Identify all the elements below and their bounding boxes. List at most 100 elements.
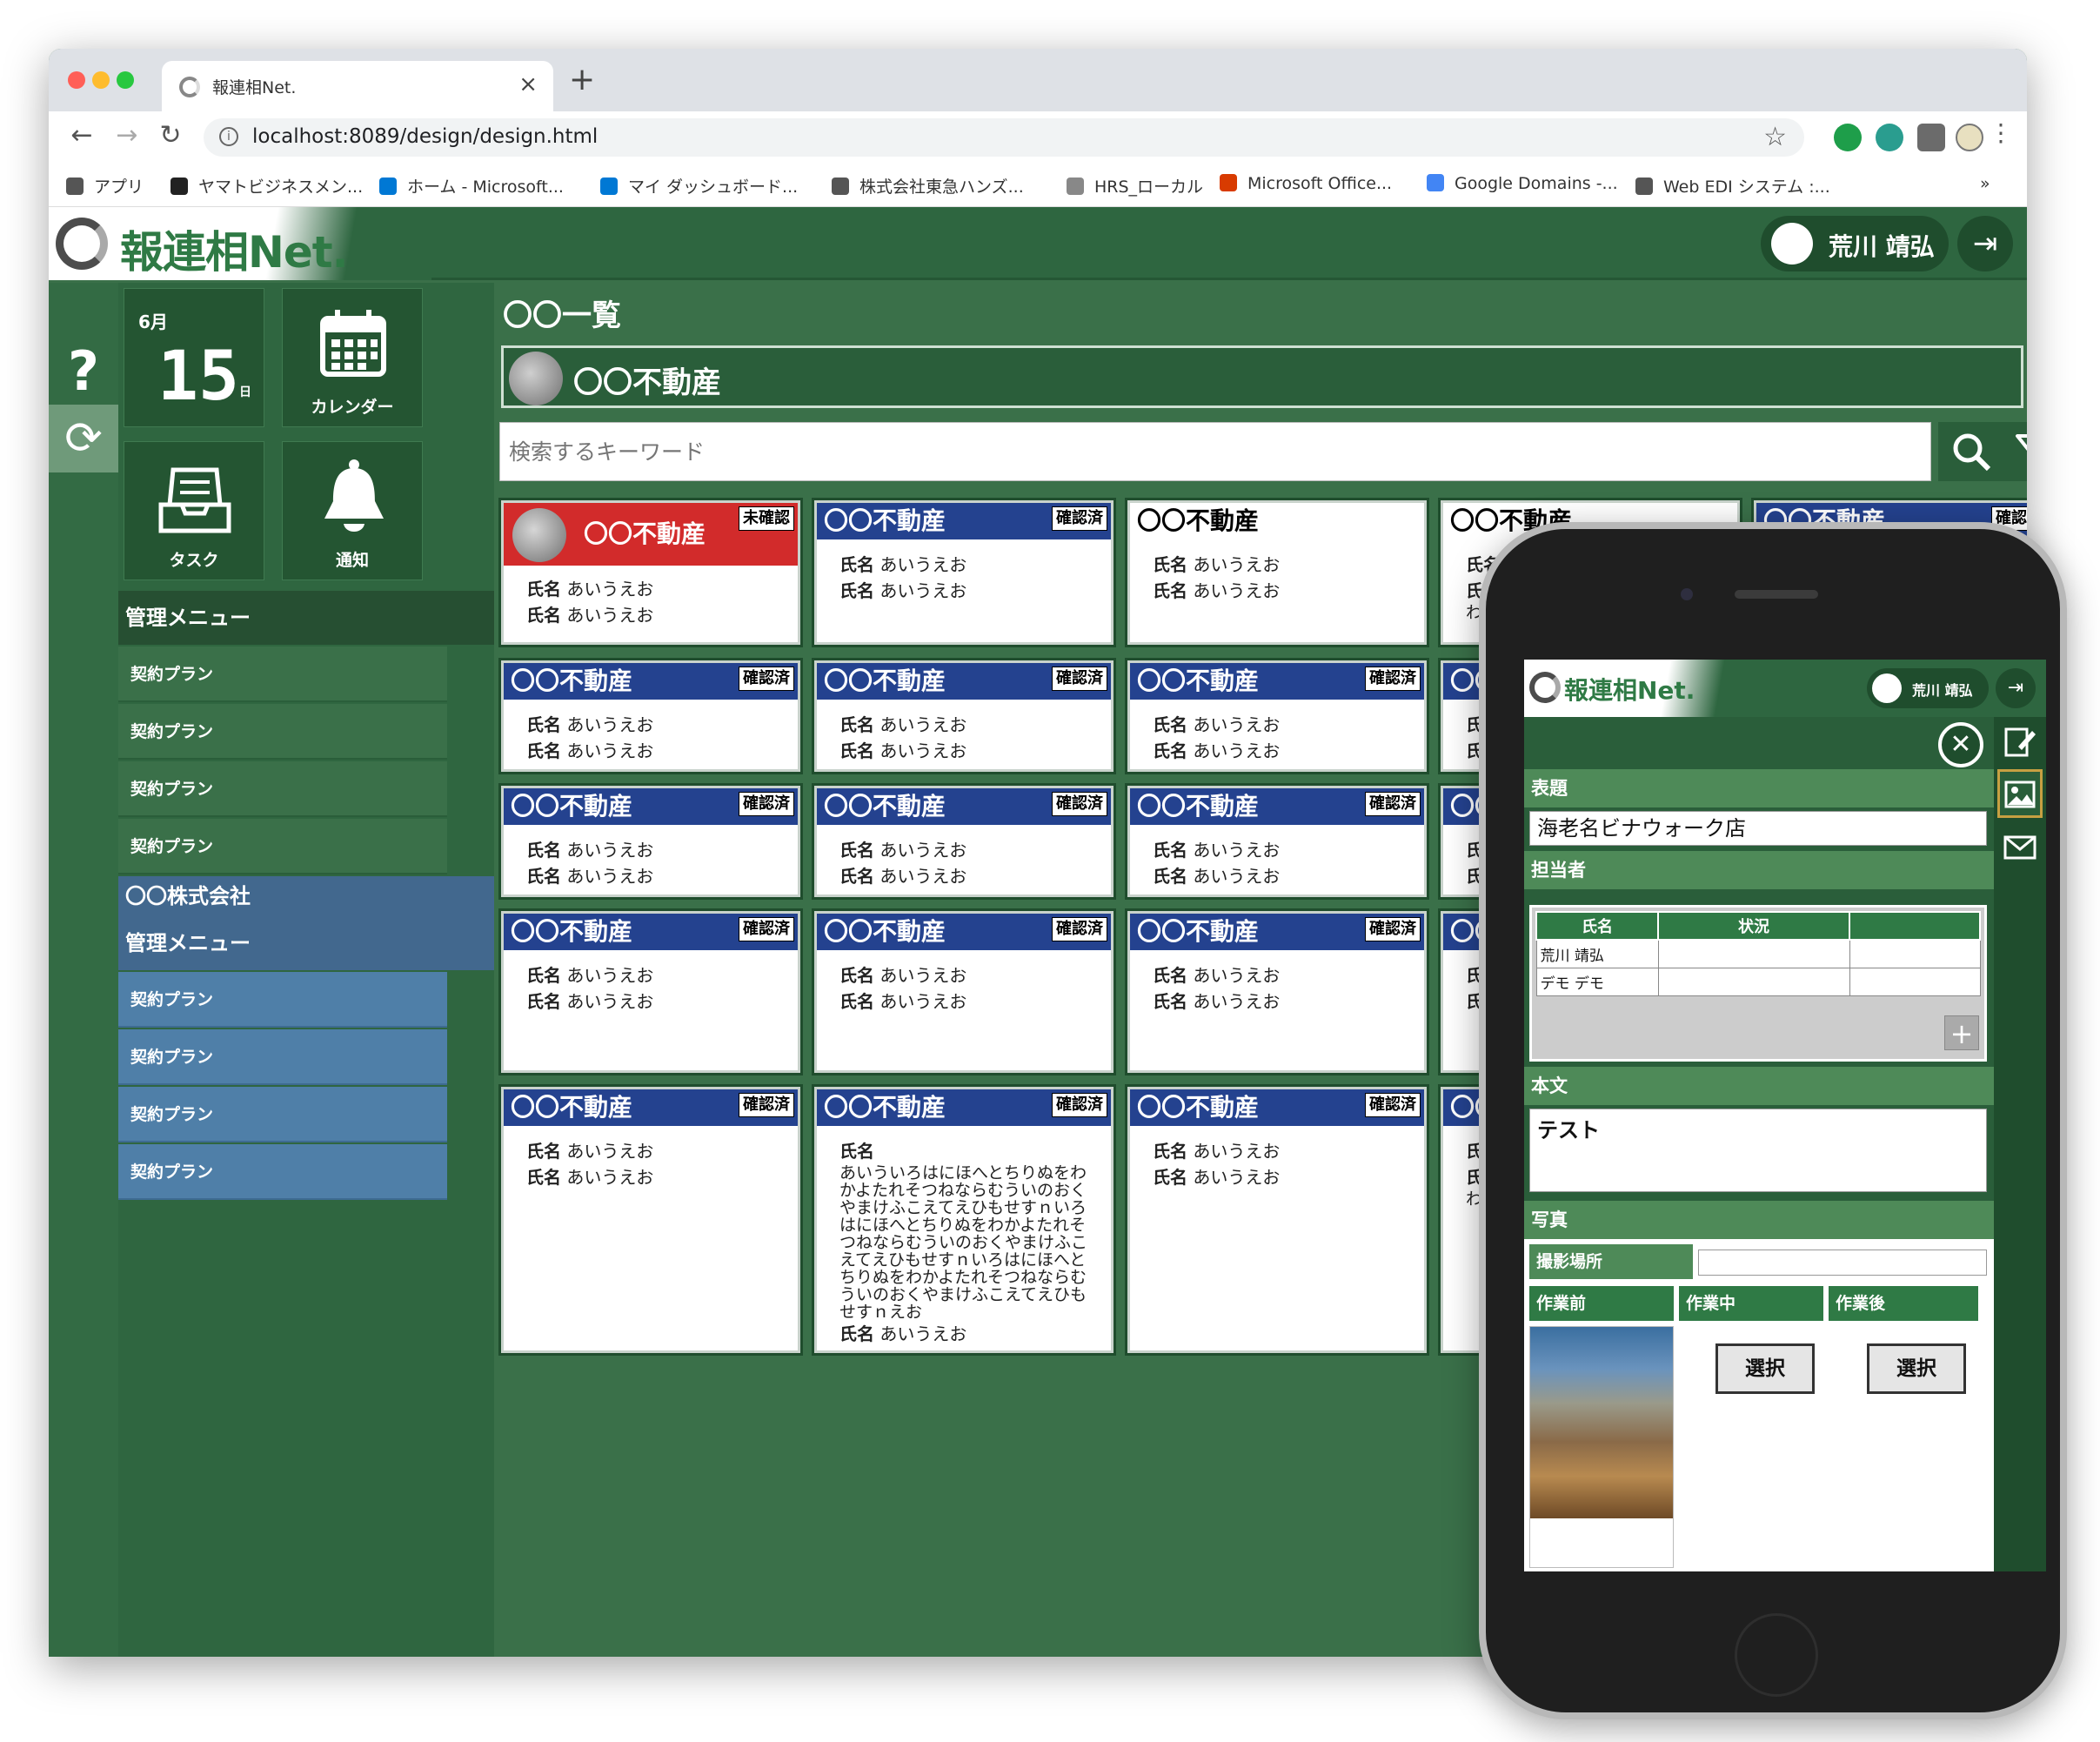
field-value: あいうえお <box>879 1323 967 1344</box>
card-field: 氏名 あいうえお <box>839 552 1093 578</box>
bookmark-label: ヤマトビジネスメン... <box>198 178 364 197</box>
card-avatar <box>512 508 566 562</box>
select-photo-during-button[interactable]: 選択 <box>1715 1343 1815 1394</box>
bookmark-item[interactable]: Google Domains -... <box>1427 174 1618 193</box>
url-text[interactable]: localhost:8089/design/design.html <box>252 125 598 148</box>
back-icon[interactable]: ← <box>64 120 99 151</box>
site-photo[interactable] <box>1530 1327 1673 1518</box>
card-field: 氏名 あいうえお <box>1153 837 1407 863</box>
home-button[interactable] <box>1735 1613 1818 1697</box>
title-field[interactable]: 海老名ビナウォーク店 <box>1529 811 1987 846</box>
menu-item-contract-plan[interactable]: 契約プラン <box>118 972 447 1028</box>
phone-user-menu[interactable]: 荒川 靖弘 <box>1867 668 1989 708</box>
menu-item-contract-plan[interactable]: 契約プラン <box>118 1029 447 1085</box>
report-card[interactable]: 〇〇不動産確認済氏名 あいうえお氏名 あいうえお <box>814 911 1114 1073</box>
info-icon[interactable]: i <box>219 127 238 146</box>
photo-slot-before[interactable] <box>1529 1326 1674 1568</box>
calendar-icon <box>320 310 386 377</box>
bookmark-item[interactable]: Web EDI システム :... <box>1635 174 1830 198</box>
menu-item-contract-plan[interactable]: 契約プラン <box>118 1087 447 1142</box>
report-card[interactable]: 〇〇不動産確認済氏名 あいうえお氏名 あいうえお <box>501 1087 800 1353</box>
report-card[interactable]: 〇〇不動産確認済氏名 あいうえお氏名 あいうえお <box>814 786 1114 897</box>
close-window-icon[interactable] <box>68 71 85 89</box>
report-card[interactable]: 〇〇不動産確認済氏名 あいうえお氏名 あいうえお <box>501 786 800 897</box>
phone-logo[interactable]: 報連相Net. <box>1524 660 1750 717</box>
extension-badge-icon[interactable] <box>1876 124 1903 151</box>
card-body: 氏名 あいうえお氏名 あいうえお <box>1153 837 1407 889</box>
bookmark-item[interactable]: アプリ <box>66 174 144 198</box>
report-card[interactable]: 〇〇不動産 確認済 氏名 あいういろはにほへとちりぬをわかよたれそつねならむういのおく… <box>814 1087 1114 1353</box>
report-card[interactable]: 〇〇不動産確認済氏名 あいうえお氏名 あいうえお <box>814 660 1114 772</box>
report-card[interactable]: 〇〇不動産確認済氏名 あいうえお氏名 あいうえお <box>1127 911 1427 1073</box>
zoom-window-icon[interactable] <box>117 71 134 89</box>
add-staff-button[interactable]: + <box>1944 1015 1979 1050</box>
menu-item-contract-plan[interactable]: 契約プラン <box>118 704 447 760</box>
body-textarea[interactable]: テスト <box>1529 1109 1987 1192</box>
report-card[interactable]: 〇〇不動産確認済氏名 あいうえお氏名 あいうえお <box>1127 1087 1427 1353</box>
report-card[interactable]: 〇〇不動産確認済氏名 あいうえお氏名 あいうえお <box>1127 660 1427 772</box>
date-tile[interactable]: 6月 15 日 <box>124 288 264 427</box>
bookmark-item[interactable]: ヤマトビジネスメン... <box>171 174 363 198</box>
select-photo-after-button[interactable]: 選択 <box>1867 1343 1966 1394</box>
edit-icon[interactable] <box>1997 717 2043 766</box>
report-card[interactable]: 〇〇不動産確認済氏名 あいうえお氏名 あいうえお <box>814 500 1114 645</box>
calendar-tile[interactable]: カレンダー <box>282 288 423 427</box>
tab-close-icon[interactable]: × <box>518 71 538 97</box>
card-field: 氏名 あいうえお <box>526 863 780 889</box>
bookmark-item[interactable]: ホーム - Microsoft... <box>379 174 564 198</box>
status-badge: 確認済 <box>739 917 794 941</box>
bookmark-item[interactable]: HRS_ローカル <box>1067 174 1203 198</box>
logout-icon[interactable]: ⇥ <box>1996 668 2036 708</box>
table-row[interactable]: デモ デモ <box>1535 967 1981 996</box>
card-body: 氏名 あいうえお氏名 あいうえお <box>1153 552 1407 604</box>
card-body: 氏名 あいうえお氏名 あいうえお <box>526 712 780 764</box>
url-field[interactable]: i localhost:8089/design/design.html ☆ <box>204 118 1804 157</box>
card-field: 氏名 あいうえお <box>526 602 780 628</box>
bookmark-star-icon[interactable]: ☆ <box>1763 122 1787 152</box>
extensions-puzzle-icon[interactable] <box>1917 124 1945 151</box>
card-field: 氏名 あいうえお <box>839 863 1093 889</box>
browser-menu-icon[interactable]: ⋮ <box>1989 118 2013 147</box>
report-card[interactable]: 〇〇不動産 氏名 あいうえお 氏名 あいうえお <box>1127 500 1427 645</box>
field-label: 氏名 <box>1153 840 1187 861</box>
report-card[interactable]: 〇〇不動産 未確認 氏名 あいうえお 氏名 あいうえお <box>501 500 800 645</box>
photo-tab-after[interactable]: 作業後 <box>1829 1286 1978 1321</box>
image-icon[interactable] <box>1997 769 2043 818</box>
table-row[interactable]: 荒川 靖弘 <box>1535 939 1981 968</box>
help-icon[interactable]: ? <box>52 340 115 403</box>
report-card[interactable]: 〇〇不動産確認済氏名 あいうえお氏名 あいうえお <box>501 911 800 1073</box>
photo-tab-before[interactable]: 作業前 <box>1529 1286 1674 1321</box>
logo[interactable]: 報連相Net. <box>49 207 431 280</box>
task-tile[interactable]: タスク <box>124 441 264 580</box>
bookmark-item[interactable]: Microsoft Office... <box>1220 174 1392 193</box>
report-card[interactable]: 〇〇不動産確認済氏名 あいうえお氏名 あいうえお <box>501 660 800 772</box>
menu-item-contract-plan[interactable]: 契約プラン <box>118 647 447 702</box>
report-card[interactable]: 〇〇不動産確認済氏名 あいうえお氏名 あいうえお <box>1127 786 1427 897</box>
extension-check-icon[interactable] <box>1834 124 1862 151</box>
notice-tile[interactable]: 通知 <box>282 441 423 580</box>
user-menu[interactable]: 荒川 靖弘 <box>1761 216 1949 271</box>
bookmark-item[interactable]: マイ ダッシュボード... <box>600 174 798 198</box>
menu-item-contract-plan[interactable]: 契約プラン <box>118 1144 447 1200</box>
reload-icon[interactable]: ↻ <box>153 120 188 151</box>
location-input[interactable] <box>1698 1250 1987 1276</box>
bookmarks-more-icon[interactable]: » <box>1980 174 1990 193</box>
close-icon[interactable]: ✕ <box>1938 722 1983 767</box>
minimize-window-icon[interactable] <box>92 71 110 89</box>
phone-form: 表題 海老名ビナウォーク店 担当者 氏名 状況 荒川 靖弘 デモ デモ + 本文… <box>1524 717 1994 1571</box>
mail-icon[interactable] <box>1997 825 2043 874</box>
bell-icon <box>324 459 384 532</box>
refresh-icon[interactable]: ⟳ <box>49 405 118 472</box>
browser-tab[interactable]: 報連相Net. × <box>162 61 553 111</box>
field-label: 氏名 <box>1153 580 1187 601</box>
menu-item-contract-plan[interactable]: 契約プラン <box>118 761 447 817</box>
new-tab-button[interactable]: + <box>569 64 595 96</box>
photo-tab-during[interactable]: 作業中 <box>1679 1286 1823 1321</box>
logout-icon[interactable]: ⇥ <box>1957 216 2013 271</box>
staff-name-cell: 荒川 靖弘 <box>1535 939 1659 968</box>
bookmark-item[interactable]: 株式会社東急ハンズ... <box>832 174 1024 198</box>
menu-item-contract-plan[interactable]: 契約プラン <box>118 819 447 874</box>
profile-avatar-icon[interactable] <box>1956 124 1983 151</box>
forward-icon[interactable]: → <box>110 120 144 151</box>
card-company: 〇〇不動産 <box>824 792 946 821</box>
